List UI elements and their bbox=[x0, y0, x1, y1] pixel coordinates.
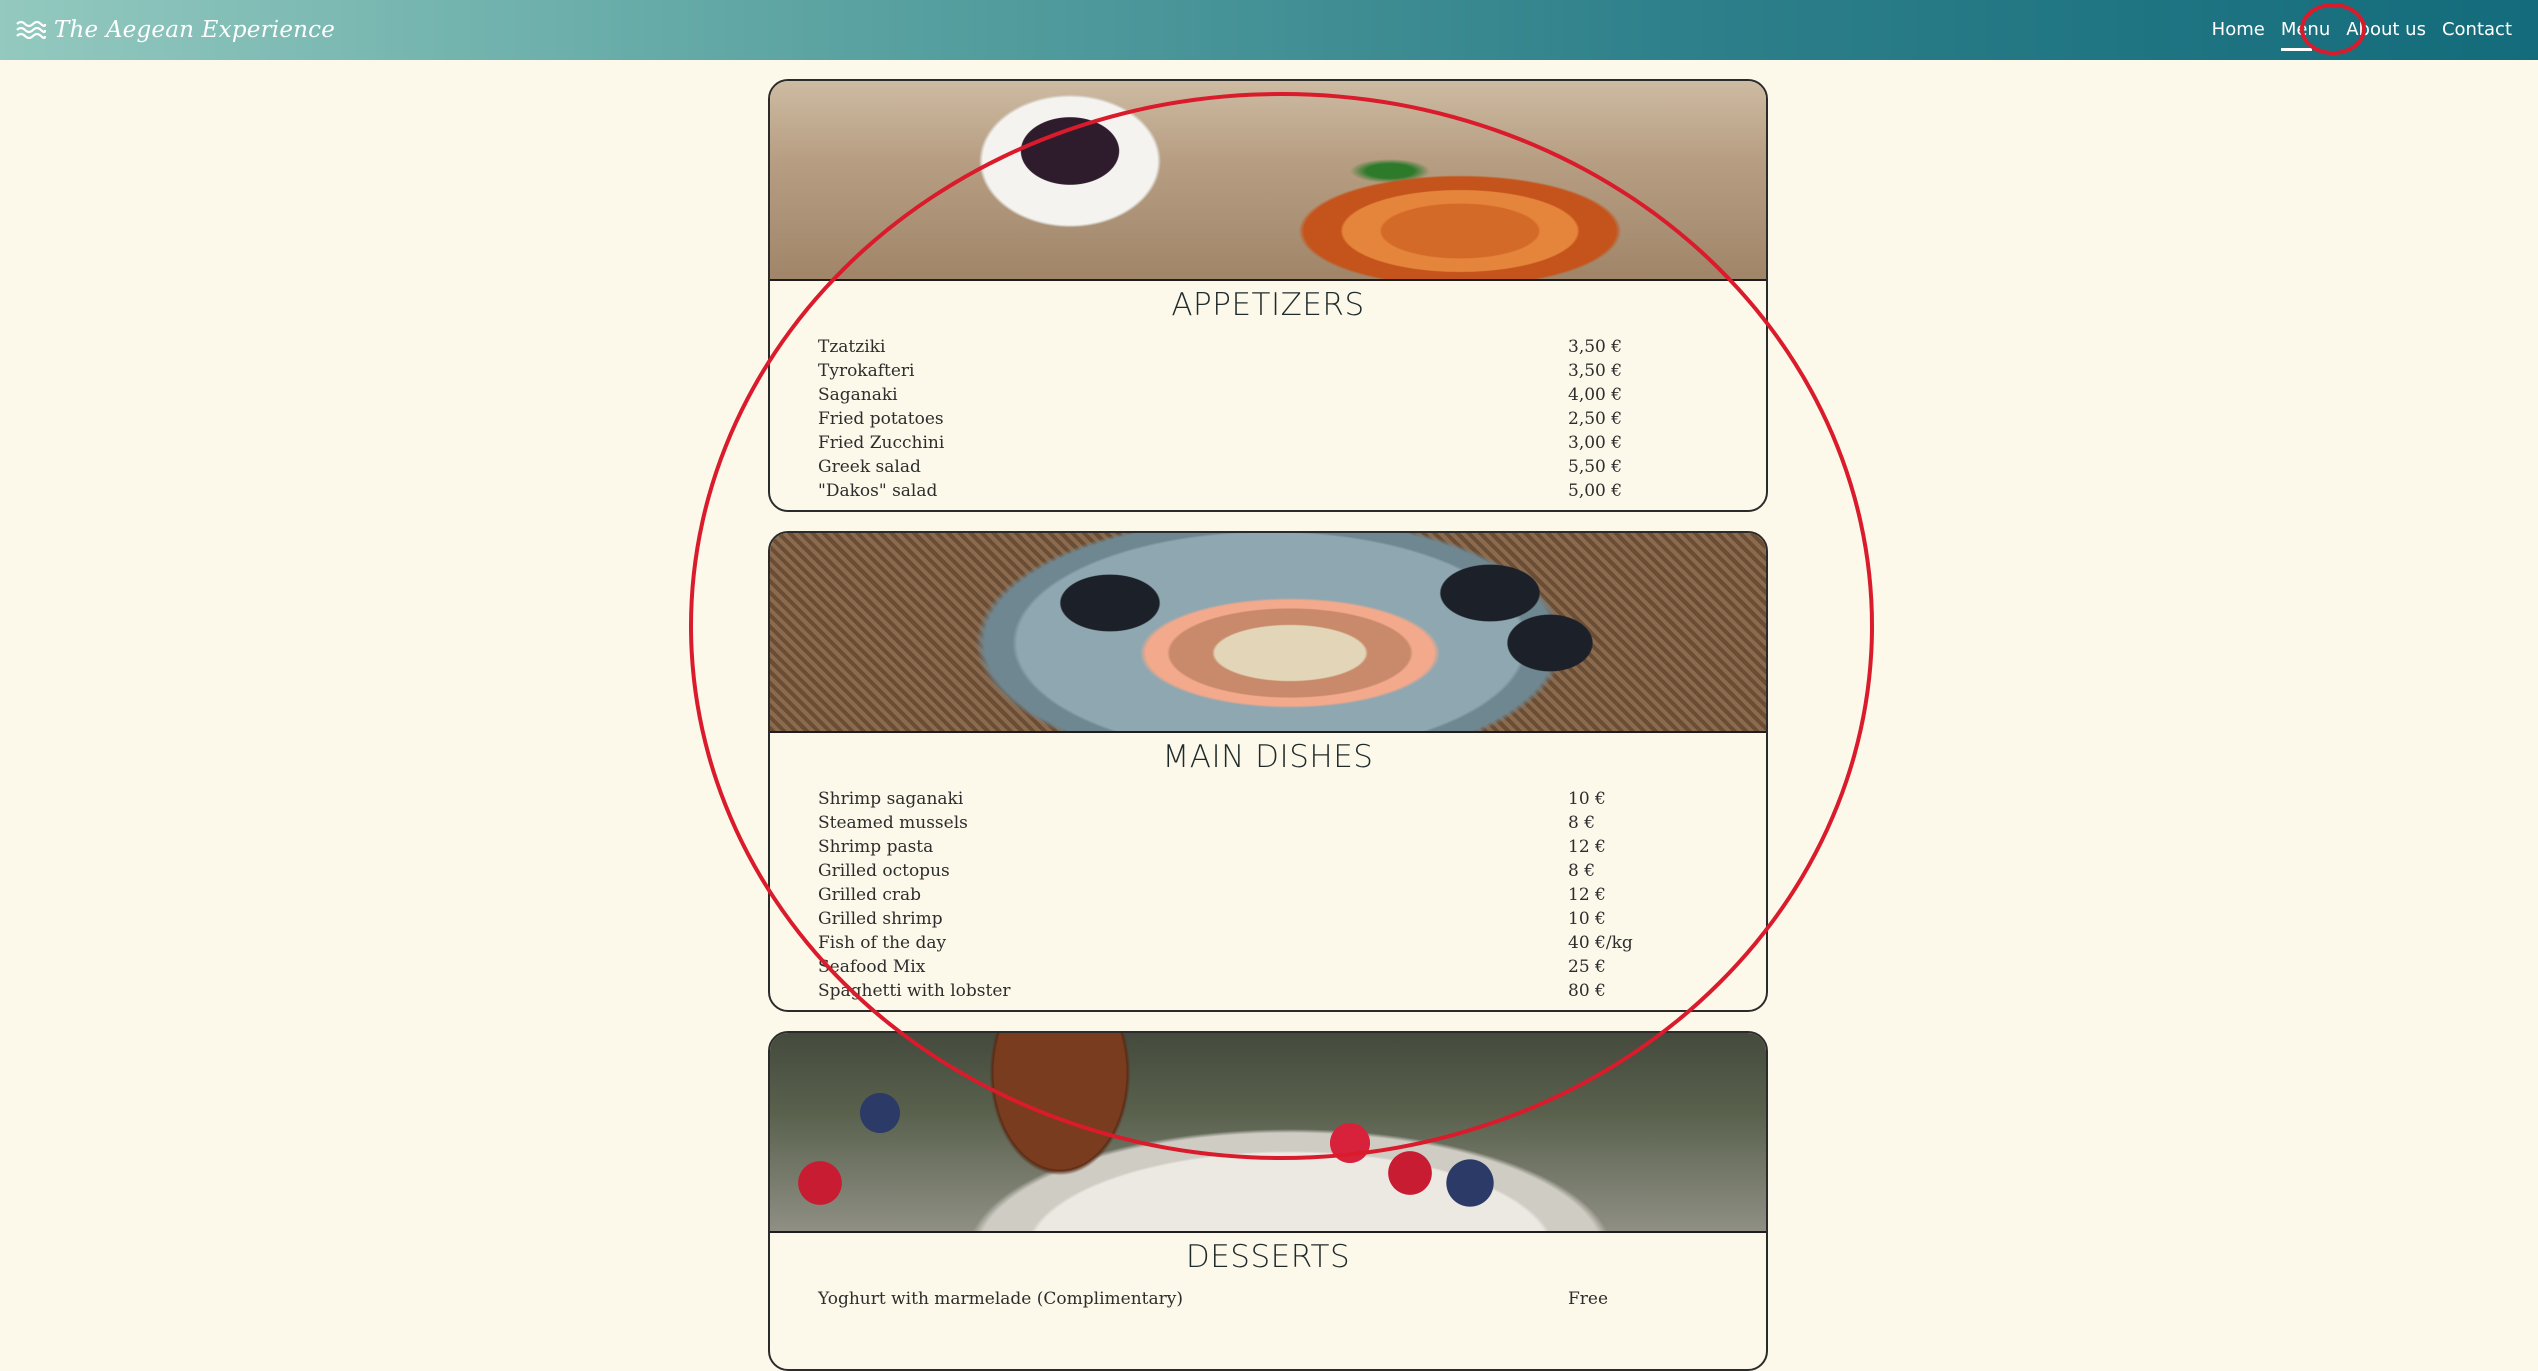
appetizers-card: APPETIZERS Tzatziki 3,50 € Tyrokafteri 3,5… bbox=[768, 79, 1768, 512]
item-price: 12 € bbox=[1568, 837, 1606, 857]
item-price: 8 € bbox=[1568, 861, 1596, 881]
menu-item: Fried Zucchini 3,00 € bbox=[818, 431, 1766, 455]
main-dishes-title: MAIN DISHES bbox=[1162, 739, 1374, 775]
desserts-title: DESSERTS bbox=[1185, 1239, 1351, 1275]
menu-item: Spaghetti with lobster 80 € bbox=[818, 979, 1766, 1003]
top-navbar: The Aegean Experience Home Menu About us… bbox=[0, 0, 2538, 60]
menu-highlight-circle bbox=[2300, 3, 2366, 55]
item-name: Grilled crab bbox=[818, 885, 922, 905]
item-name: Tyrokafteri bbox=[818, 361, 915, 381]
item-price: 3,50 € bbox=[1568, 337, 1623, 357]
item-price: 8 € bbox=[1568, 813, 1596, 833]
menu-item: Seafood Mix 25 € bbox=[818, 955, 1766, 979]
item-name: Fried Zucchini bbox=[818, 433, 945, 453]
brand[interactable]: The Aegean Experience bbox=[16, 17, 335, 43]
main-dishes-card: MAIN DISHES Shrimp saganaki 10 € Steamed … bbox=[768, 531, 1768, 1012]
item-price: 80 € bbox=[1568, 981, 1606, 1001]
nav-link-home[interactable]: Home bbox=[2204, 0, 2273, 60]
item-price: 10 € bbox=[1568, 909, 1606, 929]
menu-item: Grilled octopus 8 € bbox=[818, 859, 1766, 883]
item-name: "Dakos" salad bbox=[818, 481, 938, 501]
menu-item: Tzatziki 3,50 € bbox=[818, 335, 1766, 359]
item-price: 10 € bbox=[1568, 789, 1606, 809]
main-dishes-image bbox=[770, 533, 1766, 733]
item-name: Greek salad bbox=[818, 457, 921, 477]
menu-item: Fried potatoes 2,50 € bbox=[818, 407, 1766, 431]
item-name: Saganaki bbox=[818, 385, 898, 405]
item-price: 25 € bbox=[1568, 957, 1606, 977]
item-name: Spaghetti with lobster bbox=[818, 981, 1011, 1001]
item-name: Steamed mussels bbox=[818, 813, 968, 833]
item-price: 5,50 € bbox=[1568, 457, 1623, 477]
brand-name: The Aegean Experience bbox=[54, 17, 336, 43]
item-name: Tzatziki bbox=[818, 337, 886, 357]
menu-item: "Dakos" salad 5,00 € bbox=[818, 479, 1766, 503]
waves-icon bbox=[16, 20, 46, 40]
item-price: 12 € bbox=[1568, 885, 1606, 905]
item-name: Fish of the day bbox=[818, 933, 947, 953]
menu-item: Grilled crab 12 € bbox=[818, 883, 1766, 907]
item-name: Fried potatoes bbox=[818, 409, 944, 429]
item-price: 3,00 € bbox=[1568, 433, 1623, 453]
item-name: Shrimp saganaki bbox=[818, 789, 964, 809]
item-price: 5,00 € bbox=[1568, 481, 1623, 501]
desserts-items: Yoghurt with marmelade (Complimentary) Fr… bbox=[770, 1287, 1766, 1311]
menu-item: Shrimp pasta 12 € bbox=[818, 835, 1766, 859]
menu-item: Tyrokafteri 3,50 € bbox=[818, 359, 1766, 383]
menu-item: Saganaki 4,00 € bbox=[818, 383, 1766, 407]
nav-link-contact[interactable]: Contact bbox=[2434, 0, 2520, 60]
main-dishes-items: Shrimp saganaki 10 € Steamed mussels 8 € S… bbox=[770, 787, 1766, 1003]
menu-item: Fish of the day 40 €/kg bbox=[818, 931, 1766, 955]
item-name: Shrimp pasta bbox=[818, 837, 934, 857]
menu-item: Grilled shrimp 10 € bbox=[818, 907, 1766, 931]
menu-item: Greek salad 5,50 € bbox=[818, 455, 1766, 479]
item-price: 4,00 € bbox=[1568, 385, 1623, 405]
item-name: Yoghurt with marmelade (Complimentary) bbox=[818, 1289, 1183, 1309]
menu-item: Shrimp saganaki 10 € bbox=[818, 787, 1766, 811]
item-price: Free bbox=[1568, 1289, 1609, 1309]
menu-item: Steamed mussels 8 € bbox=[818, 811, 1766, 835]
desserts-card: DESSERTS Yoghurt with marmelade (Complim… bbox=[768, 1031, 1768, 1371]
item-price: 2,50 € bbox=[1568, 409, 1623, 429]
item-name: Seafood Mix bbox=[818, 957, 926, 977]
appetizers-image bbox=[770, 81, 1766, 281]
menu-item: Yoghurt with marmelade (Complimentary) Fr… bbox=[818, 1287, 1766, 1311]
item-price: 3,50 € bbox=[1568, 361, 1623, 381]
appetizers-items: Tzatziki 3,50 € Tyrokafteri 3,50 € Saganak… bbox=[770, 335, 1766, 503]
item-name: Grilled shrimp bbox=[818, 909, 943, 929]
desserts-image bbox=[770, 1033, 1766, 1233]
appetizers-title: APPETIZERS bbox=[1171, 287, 1365, 323]
item-price: 40 €/kg bbox=[1568, 933, 1633, 953]
item-name: Grilled octopus bbox=[818, 861, 950, 881]
